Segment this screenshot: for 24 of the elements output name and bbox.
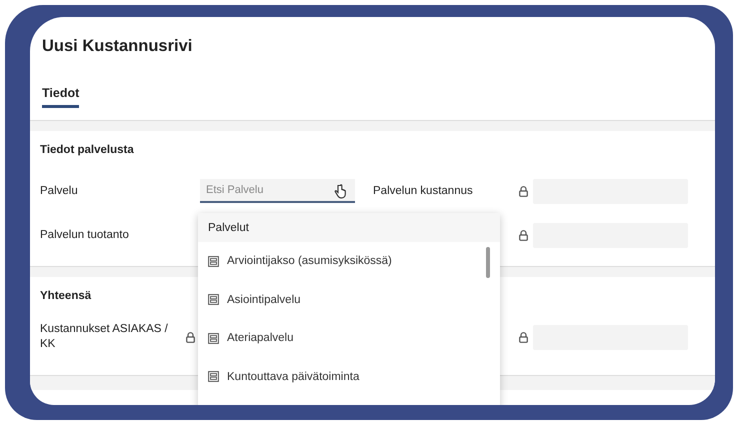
service-icon bbox=[208, 294, 219, 306]
section-heading: Tiedot palvelusta bbox=[40, 143, 134, 158]
lock-icon bbox=[186, 332, 195, 342]
section-heading: Yhteensä bbox=[40, 289, 92, 304]
lock-icon bbox=[519, 230, 528, 240]
service-option[interactable]: Kuntouttava päivätoiminta bbox=[198, 358, 500, 396]
search-field[interactable]: Etsi Palvelu bbox=[200, 179, 355, 203]
lock-icon bbox=[519, 186, 528, 196]
scrollbar[interactable] bbox=[486, 247, 490, 278]
service-option[interactable]: Arviointijakso (asumisyksikössä) bbox=[198, 242, 500, 280]
field-label: Palvelu bbox=[40, 184, 79, 198]
hand-cursor-icon bbox=[333, 184, 347, 199]
service-icon bbox=[208, 332, 219, 344]
field-label: Palvelun kustannus bbox=[373, 184, 474, 198]
field-label: Palvelun tuotanto bbox=[40, 228, 130, 242]
field-label: Kustannukset ASIAKAS / KK bbox=[40, 322, 169, 352]
dropdown-header: Palvelut bbox=[198, 213, 500, 242]
service-option[interactable]: Asiointipalvelu bbox=[198, 280, 500, 319]
tab[interactable]: Tiedot bbox=[42, 68, 80, 108]
dialog-title: Uusi Kustannusrivi bbox=[41, 36, 194, 57]
lock-icon bbox=[519, 332, 528, 342]
service-icon bbox=[208, 256, 219, 267]
service-icon bbox=[208, 371, 219, 382]
service-option[interactable]: Ateriapalvelu bbox=[198, 319, 500, 358]
